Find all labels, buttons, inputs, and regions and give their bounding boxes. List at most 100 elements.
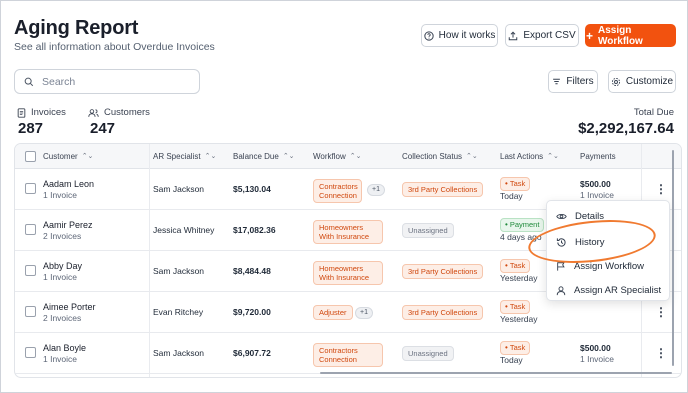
ar-specialist: Sam Jackson <box>153 184 205 194</box>
row-checkbox[interactable] <box>25 347 36 358</box>
column-label: Workflow <box>313 152 346 161</box>
customers-stat-label: Customers <box>88 107 150 118</box>
last-action-time: Today <box>500 355 523 365</box>
balance-due: $17,082.36 <box>233 225 276 235</box>
total-due-label: Total Due <box>633 107 674 118</box>
more-vertical-icon[interactable]: ⋮ <box>655 306 667 318</box>
column-label: AR Specialist <box>153 152 201 161</box>
last-action-time: Yesterday <box>500 314 538 324</box>
column-label: Collection Status <box>402 152 463 161</box>
sort-icon: ⌃⌄ <box>349 153 362 160</box>
column-header-collection-status[interactable]: Collection Status ⌃⌄ <box>402 144 478 169</box>
payment-amount: $500.00 <box>580 343 611 353</box>
last-action-badge: • Payment <box>500 218 545 232</box>
dot-icon: • <box>505 343 508 352</box>
workflow-tag: Contractors Connection <box>313 179 362 203</box>
column-label: Balance Due <box>233 152 279 161</box>
how-it-works-label: How it works <box>438 30 496 41</box>
assign-workflow-label: Assign Workflow <box>598 24 643 47</box>
horizontal-scrollbar[interactable] <box>320 372 672 374</box>
workflow-tag: Homeowners With Insurance <box>313 220 383 244</box>
plus-icon: + <box>586 28 594 43</box>
invoices-stat-label: Invoices <box>17 107 66 118</box>
vertical-scrollbar[interactable] <box>672 150 674 366</box>
sort-icon: ⌃⌄ <box>466 153 478 160</box>
search-icon <box>24 77 34 86</box>
sort-icon: ⌃⌄ <box>81 153 94 160</box>
ar-specialist: Jessica Whitney <box>153 225 215 235</box>
workflow-more-badge[interactable]: +1 <box>355 307 373 320</box>
row-checkbox[interactable] <box>25 183 36 194</box>
last-action-label: Task <box>509 261 526 270</box>
more-vertical-icon[interactable]: ⋮ <box>655 347 667 359</box>
row-checkbox[interactable] <box>25 306 36 317</box>
customize-button[interactable]: Customize <box>608 70 676 93</box>
customer-name[interactable]: Aimee Porter <box>43 302 96 312</box>
column-label: Customer <box>43 152 78 161</box>
column-header-workflow[interactable]: Workflow ⌃⌄ <box>313 144 361 169</box>
column-header-last-actions[interactable]: Last Actions ⌃⌄ <box>500 144 559 169</box>
dot-icon: • <box>505 179 508 188</box>
page-title: Aging Report <box>14 17 139 39</box>
invoices-label-text: Invoices <box>31 107 66 118</box>
dot-icon: • <box>505 261 508 270</box>
last-action-label: Task <box>509 302 526 311</box>
workflow-more-badge[interactable]: +1 <box>367 184 385 197</box>
collection-status-tag: Unassigned <box>402 223 454 238</box>
balance-due: $5,130.04 <box>233 184 271 194</box>
workflow-tag: Adjuster <box>313 305 353 320</box>
filters-label: Filters <box>566 76 594 87</box>
filter-icon <box>553 78 561 85</box>
how-it-works-button[interactable]: How it works <box>421 24 498 47</box>
sort-icon: ⌃⌄ <box>282 153 295 160</box>
table-row[interactable]: Alan Boyle 1 Invoice Sam Jackson $6,907.… <box>15 333 681 374</box>
balance-due: $6,907.72 <box>233 348 271 358</box>
payment-invoices: 1 Invoice <box>580 354 615 364</box>
last-action-label: Task <box>509 179 526 188</box>
customers-count: 247 <box>90 120 116 137</box>
column-header-customer[interactable]: Customer ⌃⌄ <box>43 144 93 169</box>
customer-invoices: 1 Invoice <box>43 354 78 364</box>
row-checkbox[interactable] <box>25 224 36 235</box>
page-subtitle: See all information about Overdue Invoic… <box>14 41 215 53</box>
customer-invoices: 2 Invoices <box>43 231 82 241</box>
sort-icon: ⌃⌄ <box>204 153 217 160</box>
collection-status-tag: 3rd Party Collections <box>402 305 484 320</box>
last-action-label: Payment <box>509 220 540 229</box>
customer-name[interactable]: Aamir Perez <box>43 220 93 230</box>
balance-due: $9,720.00 <box>233 307 271 317</box>
search-box[interactable] <box>14 69 200 94</box>
eye-icon <box>556 213 567 219</box>
column-header-ar-specialist[interactable]: AR Specialist ⌃⌄ <box>153 144 216 169</box>
row-checkbox[interactable] <box>25 265 36 276</box>
workflow-tag: Homeowners With Insurance <box>313 261 383 285</box>
last-action-badge: • Task <box>500 341 531 355</box>
column-header-balance-due[interactable]: Balance Due ⌃⌄ <box>233 144 295 169</box>
filters-button[interactable]: Filters <box>548 70 598 93</box>
export-csv-button[interactable]: Export CSV <box>505 24 579 47</box>
customer-name[interactable]: Alan Boyle <box>43 343 86 353</box>
customer-name[interactable]: Abby Day <box>43 261 82 271</box>
collection-status-tag: Unassigned <box>402 346 454 361</box>
more-vertical-icon[interactable]: ⋮ <box>655 183 667 195</box>
workflow-tag: Contractors Connection <box>313 343 383 367</box>
collection-status-tag: 3rd Party Collections <box>402 182 484 197</box>
table-header: Customer ⌃⌄ AR Specialist ⌃⌄ Balance Due ⌃⌄… <box>15 144 681 169</box>
customer-invoices: 1 Invoice <box>43 190 78 200</box>
column-label: Payments <box>580 152 616 161</box>
last-action-time: Yesterday <box>500 273 538 283</box>
customer-invoices: 2 Invoices <box>43 313 82 323</box>
user-icon <box>556 285 566 295</box>
payment-amount: $500.00 <box>580 179 611 189</box>
customer-name[interactable]: Aadam Leon <box>43 179 94 189</box>
last-action-badge: • Task <box>500 259 531 273</box>
balance-due: $8,484.48 <box>233 266 271 276</box>
ar-specialist: Evan Ritchey <box>153 307 204 317</box>
search-input[interactable] <box>42 75 192 88</box>
assign-workflow-button[interactable]: + Assign Workflow <box>585 24 676 47</box>
collection-status-tag: 3rd Party Collections <box>402 264 484 279</box>
select-all-checkbox[interactable] <box>25 151 36 162</box>
menu-item-assign-ar-specialist[interactable]: Assign AR Specialist <box>547 278 669 302</box>
payment-invoices: 1 Invoice <box>580 190 615 200</box>
column-header-payments: Payments <box>580 144 616 169</box>
